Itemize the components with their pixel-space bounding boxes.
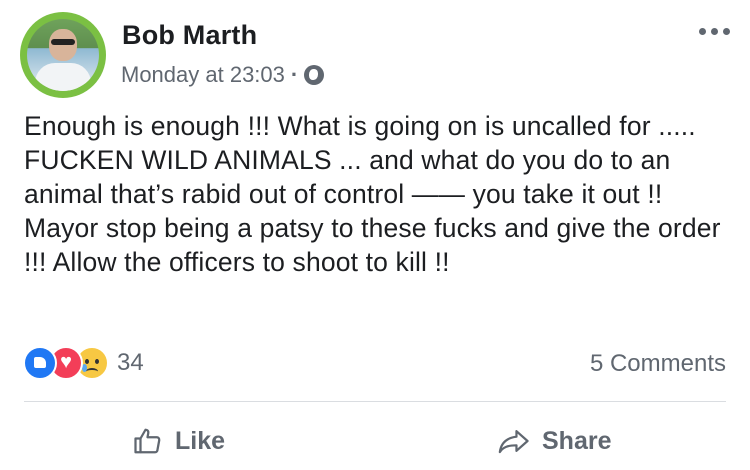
more-options-icon[interactable]: [699, 28, 730, 35]
reaction-count: 34: [117, 349, 144, 376]
avatar-sunglasses: [51, 39, 75, 45]
reactions-summary[interactable]: 34: [23, 346, 144, 380]
avatar-photo: [27, 19, 99, 91]
avatar-face: [49, 29, 77, 61]
more-dot: [723, 28, 730, 35]
more-dot: [711, 28, 718, 35]
comments-count-link[interactable]: 5 Comments: [590, 350, 726, 378]
like-label: Like: [175, 426, 226, 455]
share-arrow-icon: [498, 430, 529, 454]
share-button[interactable]: Share: [498, 426, 611, 456]
avatar-shirt: [35, 63, 91, 91]
share-label: Share: [542, 426, 612, 455]
meta-separator: ·: [290, 62, 299, 87]
like-reaction-icon: [23, 346, 57, 380]
divider: [24, 401, 726, 402]
post-timestamp[interactable]: Monday at 23:03: [121, 62, 285, 88]
profile-avatar[interactable]: [20, 12, 106, 98]
author-name[interactable]: Bob Marth: [122, 20, 257, 51]
more-dot: [699, 28, 706, 35]
globe-icon[interactable]: [304, 65, 325, 85]
like-button[interactable]: Like: [133, 426, 225, 456]
post-meta: Monday at 23:03 ·: [121, 62, 325, 88]
post-text: Enough is enough !!! What is going on is…: [24, 111, 721, 277]
thumbs-up-icon: [134, 428, 161, 454]
